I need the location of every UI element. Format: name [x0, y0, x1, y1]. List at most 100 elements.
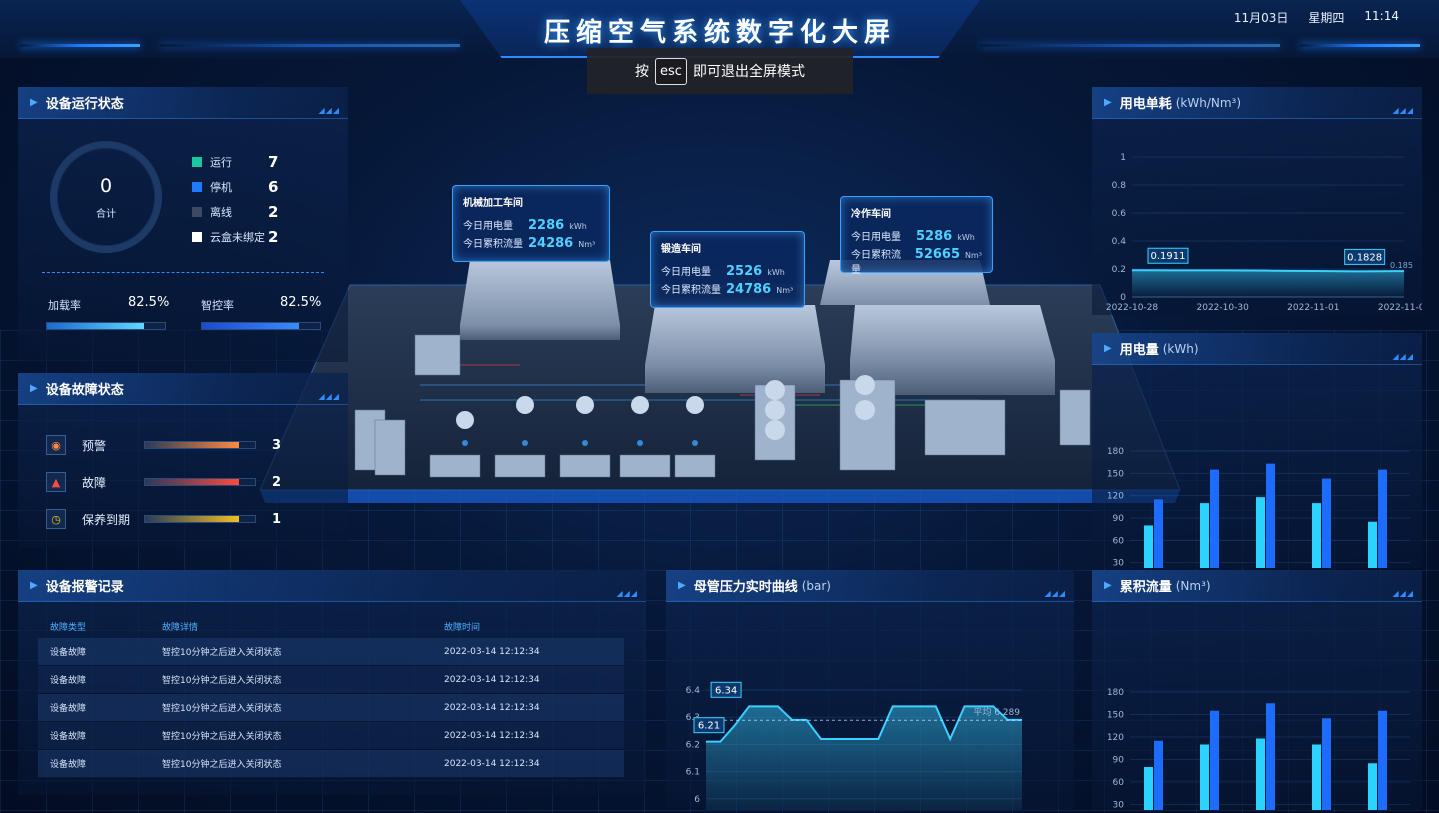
unit-power-line-chart[interactable]: 0 0.2 0.4 0.6 0.8 1 2022-10-28 2022-10-30 2022-1…	[1092, 119, 1430, 315]
control-rate-label: 智控率	[201, 299, 234, 312]
panel-unit: (kWh/Nm³)	[1175, 95, 1242, 110]
bar	[1256, 497, 1265, 585]
power-value: 2286	[528, 218, 565, 233]
control-rate-value: 82.5%	[280, 295, 322, 310]
panel-unit: (kWh)	[1162, 341, 1199, 356]
bar	[1312, 503, 1321, 585]
y-tick-label: 90	[1113, 514, 1125, 524]
flow-unit: Nm³	[965, 251, 982, 260]
series-line	[1131, 269, 1405, 273]
bar	[1200, 744, 1209, 813]
bar	[1368, 521, 1377, 585]
flow-label: 今日累积流量	[463, 239, 523, 250]
flow-unit: Nm³	[776, 286, 794, 295]
panel-arrow-icon: ▶	[1104, 97, 1112, 108]
panel-deco-icon: ◢◢◢	[1392, 589, 1414, 598]
bar	[1266, 703, 1275, 813]
power-unit: kWh	[957, 233, 975, 242]
y-tick-label: 120	[1107, 733, 1124, 743]
panel-arrow-icon: ▶	[1104, 343, 1112, 354]
workshop-card-cold-work[interactable]: 冷作车间 今日用电量 5286 kWh 今日累积流量 52665 Nm³	[840, 196, 993, 276]
header-accent-right	[1300, 44, 1420, 47]
esc-key: esc	[655, 57, 687, 85]
table-cell: 设备故障	[50, 704, 87, 714]
legend-swatch	[192, 231, 202, 242]
load-rate-value: 82.5%	[128, 295, 170, 310]
legend-value: 2	[268, 202, 279, 221]
panel-arrow-icon: ▶	[1104, 580, 1112, 591]
panel-arrow-icon: ▶	[30, 580, 38, 591]
workshop-name: 锻造车间	[661, 244, 701, 255]
legend-label: 云盒未绑定	[210, 230, 265, 244]
data-label: 6.34	[715, 685, 737, 696]
data-label: 0.185	[1390, 261, 1413, 270]
y-tick-label: 150	[1107, 711, 1124, 721]
bar	[1210, 469, 1219, 585]
alarm-table: 故障类型 故障详情 故障时间 设备故障 智控10分钟之后进入关闭状态 2022-03…	[38, 614, 624, 778]
pressure-line-chart[interactable]: 5.966.16.26.36.42022-11-03 10:382022-11-…	[666, 602, 1074, 813]
panel-deco-icon: ◢◢◢	[1392, 352, 1414, 361]
bar	[1256, 738, 1265, 813]
device-total-label: 合计	[96, 209, 116, 220]
y-tick-label: 30	[1113, 801, 1125, 811]
legend-item: 离线 2	[192, 199, 278, 224]
data-label: 0.1828	[1347, 252, 1382, 263]
fault-status-panel: ▶ 设备故障状态 ◢◢◢ ◉ 预警 3 ▲ 故障 2 ◷ 保养到期 1	[18, 373, 348, 548]
table-cell: 2022-03-14 12:12:34	[444, 758, 540, 769]
power-bar-chart[interactable]: 03060901201501802022/10/102022/10/122022…	[1092, 365, 1422, 601]
table-cell: 智控10分钟之后进入关闭状态	[162, 760, 282, 770]
workshop-card-machining[interactable]: 机械加工车间 今日用电量 2286 kWh 今日累积流量 24286 Nm³	[452, 185, 610, 262]
bar	[1312, 744, 1321, 813]
fault-label: 保养到期	[82, 512, 131, 527]
table-row[interactable]: 设备故障 智控10分钟之后进入关闭状态 2022-03-14 12:12:34	[38, 638, 624, 666]
y-tick-label: 6.4	[686, 686, 701, 696]
workshop-name: 机械加工车间	[463, 198, 523, 209]
fault-row-fault: ▲ 故障 2	[46, 472, 281, 492]
legend-item: 停机 6	[192, 174, 278, 199]
panel-title: 设备运行状态	[45, 97, 124, 112]
y-tick-label: 0.8	[1112, 181, 1127, 191]
table-row[interactable]: 设备故障 智控10分钟之后进入关闭状态 2022-03-14 12:12:34	[38, 722, 624, 750]
table-body: 设备故障 智控10分钟之后进入关闭状态 2022-03-14 12:12:34 设备故…	[38, 638, 624, 778]
table-row[interactable]: 设备故障 智控10分钟之后进入关闭状态 2022-03-14 12:12:34	[38, 666, 624, 694]
esc-tip-prefix: 按	[635, 64, 650, 80]
unit-power-panel: ▶ 用电单耗 (kWh/Nm³) ◢◢◢ 0 0.2 0.4 0.6 0.8 1 2022-…	[1092, 87, 1430, 315]
power-panel: ▶ 用电量 (kWh) ◢◢◢ 03060901201501802022/10/…	[1092, 333, 1422, 601]
fault-bar	[144, 515, 256, 523]
fault-bar-fill	[145, 516, 239, 522]
bar	[1200, 503, 1209, 585]
data-label: 6.21	[698, 721, 720, 732]
x-tick-label: 2022-10-30	[1197, 303, 1250, 313]
flow-panel: ▶ 累积流量 (Nm³) ◢◢◢ 03060901201501802022/10…	[1092, 570, 1422, 813]
table-row[interactable]: 设备故障 智控10分钟之后进入关闭状态 2022-03-14 12:12:34	[38, 750, 624, 778]
device-status-panel: ▶ 设备运行状态 ◢◢◢ 0 合计 运行 7 停机 6 离线 2 云盒未绑定 2 加载率 82…	[18, 87, 348, 362]
workshop-card-forging[interactable]: 锻造车间 今日用电量 2526 kWh 今日累积流量 24786 Nm³	[650, 231, 805, 308]
header-accent-right-2	[980, 44, 1280, 47]
table-cell: 智控10分钟之后进入关闭状态	[162, 648, 282, 658]
y-tick-label: 180	[1107, 688, 1124, 698]
bar	[1378, 469, 1387, 585]
legend-value: 6	[268, 177, 279, 196]
flow-unit: Nm³	[578, 240, 596, 249]
device-status-legend: 运行 7 停机 6 离线 2 云盒未绑定 2	[192, 149, 278, 249]
panel-title: 设备报警记录	[45, 580, 124, 595]
factory-3d-scene[interactable]: 机械加工车间 今日用电量 2286 kWh 今日累积流量 24286 Nm³ 锻造车间 …	[259, 165, 1190, 510]
power-value: 5286	[916, 229, 953, 244]
bar	[1322, 718, 1331, 813]
fault-count: 1	[272, 511, 282, 527]
legend-label: 离线	[210, 205, 232, 219]
bar	[1322, 478, 1331, 585]
table-header: 故障类型 故障详情 故障时间	[38, 614, 624, 638]
fault-bar-fill	[145, 442, 239, 448]
table-cell: 设备故障	[50, 732, 87, 742]
table-row[interactable]: 设备故障 智控10分钟之后进入关闭状态 2022-03-14 12:12:34	[38, 694, 624, 722]
control-rate-fill	[202, 323, 300, 329]
load-rate-label: 加载率	[48, 299, 81, 312]
page-title: 压缩空气系统数字化大屏	[543, 18, 896, 48]
fault-label: 预警	[82, 438, 107, 453]
clock-icon: ◷	[46, 509, 66, 529]
flow-bar-chart[interactable]: 03060901201501802022/10/102022/10/122022…	[1092, 602, 1422, 813]
table-cell: 2022-03-14 12:12:34	[444, 674, 540, 685]
panel-title: 用电单耗	[1119, 97, 1172, 112]
bar	[1378, 710, 1387, 813]
